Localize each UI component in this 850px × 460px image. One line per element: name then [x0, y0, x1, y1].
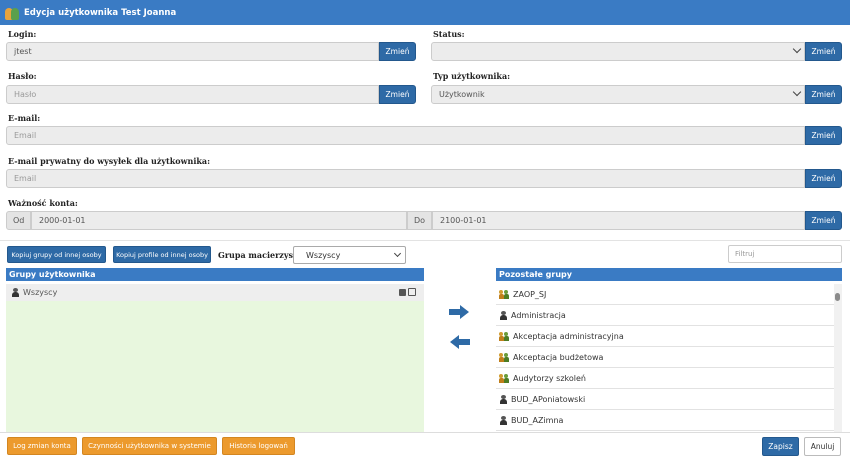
- parent-group-select[interactable]: Wszyscy: [293, 246, 406, 264]
- other-groups-list: ZAOP_SJ Administracja Akceptacja adminis…: [496, 284, 842, 432]
- arrow-right-icon[interactable]: [448, 305, 470, 319]
- scrollbar-thumb[interactable]: [835, 293, 840, 301]
- list-item[interactable]: Akceptacja budżetowa: [496, 347, 842, 368]
- list-item[interactable]: Wszyscy: [6, 284, 424, 301]
- change-login-button[interactable]: Zmień: [379, 42, 416, 61]
- chevron-down-icon: [792, 44, 802, 54]
- group-name: Wszyscy: [23, 288, 58, 297]
- group-name: BUD_APoniatowski: [511, 394, 586, 404]
- group-icon: [499, 373, 510, 383]
- change-status-button[interactable]: Zmień: [805, 42, 842, 61]
- window-title: Edycja użytkownika Test Joanna: [24, 7, 177, 18]
- save-button[interactable]: Zapisz: [762, 437, 799, 456]
- list-item[interactable]: BUD_AZimna: [496, 410, 842, 431]
- change-user-type-button[interactable]: Zmień: [805, 85, 842, 104]
- group-name: Audytorzy szkoleń: [513, 373, 586, 383]
- divider: [0, 240, 850, 241]
- copy-profiles-button[interactable]: Kopiuj profile od innej osoby: [113, 246, 211, 263]
- edit-icon[interactable]: [408, 288, 416, 296]
- user-groups-panel: [6, 284, 424, 432]
- change-private-email-button[interactable]: Zmień: [805, 169, 842, 188]
- chevron-down-icon: [393, 249, 402, 258]
- group-name: Administracja: [511, 310, 566, 320]
- login-input[interactable]: jtest: [6, 42, 379, 61]
- list-item[interactable]: ZAOP_SJ: [496, 284, 842, 305]
- group-name: ZAOP_SJ: [513, 289, 547, 299]
- group-icon: [499, 289, 510, 299]
- account-log-button[interactable]: Log zmian konta: [7, 437, 77, 455]
- person-icon: [499, 310, 508, 320]
- password-label: Hasło:: [8, 71, 37, 81]
- group-name: Akceptacja administracyjna: [513, 331, 624, 341]
- change-email-button[interactable]: Zmień: [805, 126, 842, 145]
- cancel-button[interactable]: Anuluj: [804, 437, 841, 456]
- person-icon: [11, 288, 20, 297]
- user-activity-button[interactable]: Czynności użytkownika w systemie: [82, 437, 217, 455]
- group-name: BUD_AZimna: [511, 415, 564, 425]
- group-name: Akceptacja budżetowa: [513, 352, 604, 362]
- to-addon: Do: [407, 211, 432, 230]
- from-addon: Od: [6, 211, 31, 230]
- scrollbar[interactable]: [834, 284, 842, 432]
- list-item[interactable]: Akceptacja administracyjna: [496, 326, 842, 347]
- arrow-left-icon[interactable]: [449, 335, 471, 349]
- from-date-input[interactable]: 2000-01-01: [31, 211, 407, 230]
- change-validity-button[interactable]: Zmień: [805, 211, 842, 230]
- other-groups-header: Pozostałe grupy: [496, 268, 842, 281]
- validity-label: Ważność konta:: [8, 198, 78, 208]
- user-type-label: Typ użytkownika:: [433, 71, 511, 81]
- email-input[interactable]: Email: [6, 126, 805, 145]
- status-label: Status:: [433, 29, 465, 39]
- login-history-button[interactable]: Historia logowań: [222, 437, 295, 455]
- users-icon: [4, 5, 20, 21]
- copy-groups-button[interactable]: Kopiuj grupy od innej osoby: [7, 246, 106, 263]
- delete-icon[interactable]: [399, 289, 406, 296]
- chevron-down-icon: [792, 87, 802, 97]
- user-type-value: Użytkownik: [439, 90, 485, 99]
- status-select[interactable]: [431, 42, 805, 61]
- to-date-input[interactable]: 2100-01-01: [432, 211, 805, 230]
- list-item[interactable]: Administracja: [496, 305, 842, 326]
- user-type-select[interactable]: Użytkownik: [431, 85, 805, 104]
- change-password-button[interactable]: Zmień: [379, 85, 416, 104]
- list-item[interactable]: BUD_APoniatowski: [496, 389, 842, 410]
- private-email-label: E-mail prywatny do wysyłek dla użytkowni…: [8, 156, 211, 166]
- person-icon: [499, 415, 508, 425]
- window-titlebar: Edycja użytkownika Test Joanna: [0, 0, 850, 25]
- person-icon: [499, 394, 508, 404]
- login-label: Login:: [8, 29, 37, 39]
- parent-group-label: Grupa macierzysta:: [218, 250, 305, 260]
- list-item[interactable]: Audytorzy szkoleń: [496, 368, 842, 389]
- password-input[interactable]: Hasło: [6, 85, 379, 104]
- user-groups-header: Grupy użytkownika: [6, 268, 424, 281]
- group-icon: [499, 331, 510, 341]
- private-email-input[interactable]: Email: [6, 169, 805, 188]
- group-icon: [499, 352, 510, 362]
- filter-input[interactable]: Filtruj: [728, 245, 842, 263]
- email-label: E-mail:: [8, 113, 41, 123]
- parent-group-value: Wszyscy: [306, 250, 341, 260]
